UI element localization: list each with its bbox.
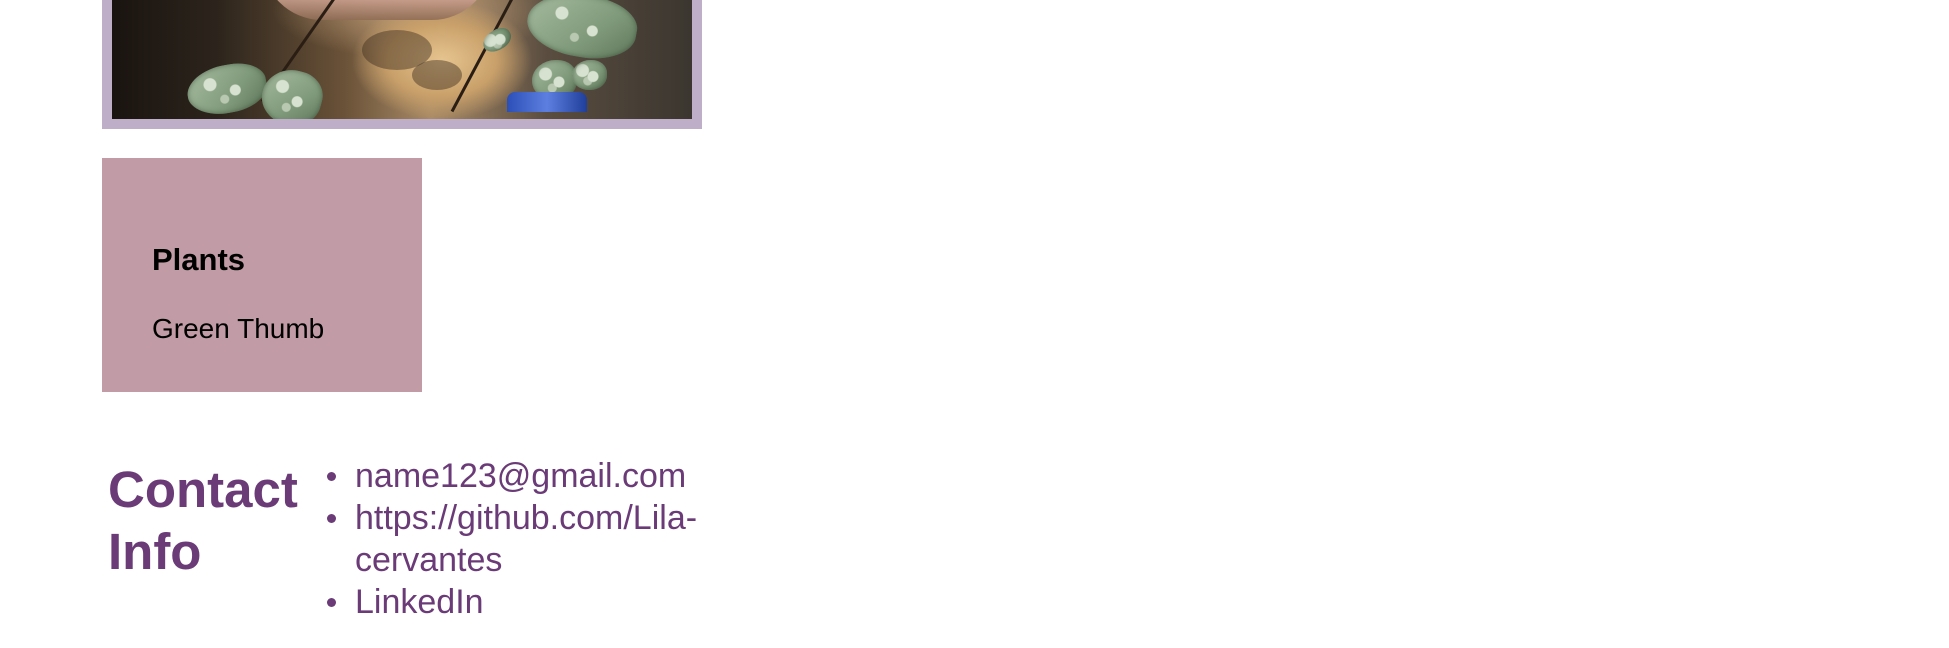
plant-leaf <box>183 58 271 119</box>
contact-list: name123@gmail.com https://github.com/Lil… <box>313 455 745 623</box>
contact-heading: Contact Info <box>108 461 298 580</box>
interest-card-title: Plants <box>152 242 246 277</box>
contact-section: Contact Info name123@gmail.com https://g… <box>108 455 745 623</box>
contact-item-email: name123@gmail.com <box>327 455 745 497</box>
page: Plants Green Thumb Contact Info name123@… <box>0 0 1949 648</box>
interest-card-subtitle: Green Thumb <box>152 313 325 345</box>
plant-leaf <box>522 0 642 67</box>
leaf-shadow <box>412 60 462 90</box>
linkedin-link[interactable]: LinkedIn <box>355 583 484 621</box>
plant-leaf <box>572 60 607 90</box>
email-link[interactable]: name123@gmail.com <box>355 457 686 495</box>
github-link[interactable]: https://github.com/Lila-cervantes <box>355 499 697 579</box>
blue-wrapper <box>507 92 587 112</box>
contact-item-github: https://github.com/Lila-cervantes <box>327 497 745 581</box>
pot-rim <box>262 0 492 20</box>
contact-item-linkedin: LinkedIn <box>327 581 745 623</box>
plant-leaf <box>255 63 329 119</box>
plant-photo-frame <box>102 0 702 129</box>
interest-card: Plants Green Thumb <box>102 158 422 392</box>
plant-photo <box>112 0 692 119</box>
